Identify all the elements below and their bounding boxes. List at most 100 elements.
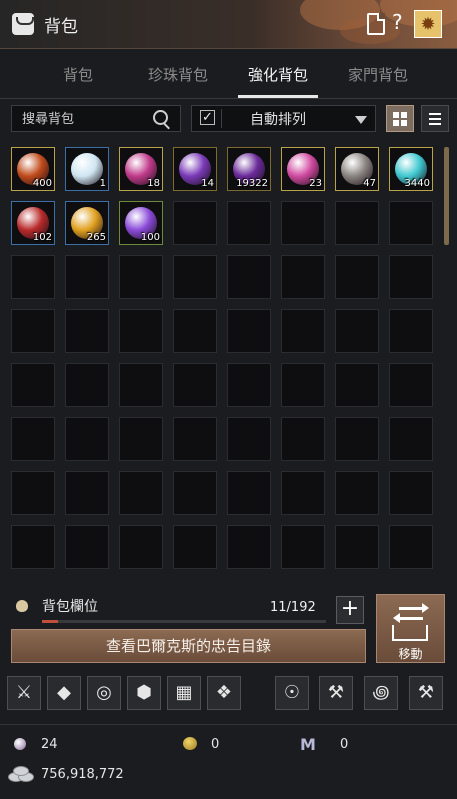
- empty-slot[interactable]: [227, 363, 271, 407]
- hexagon-icon[interactable]: ⬢: [127, 676, 161, 710]
- empty-slot[interactable]: [173, 255, 217, 299]
- empty-slot[interactable]: [11, 363, 55, 407]
- crystals-icon[interactable]: ❖: [207, 676, 241, 710]
- sword-icon[interactable]: ⚔: [7, 676, 41, 710]
- empty-slot[interactable]: [389, 417, 433, 461]
- empty-slot[interactable]: [281, 471, 325, 515]
- auto-sort-checkbox[interactable]: ✓: [200, 110, 215, 125]
- item-slot[interactable]: 100: [119, 201, 163, 245]
- empty-slot[interactable]: [389, 471, 433, 515]
- ring-cycle-icon[interactable]: ◎: [87, 676, 121, 710]
- item-slot[interactable]: 23: [281, 147, 325, 191]
- search-icon[interactable]: [153, 110, 168, 125]
- empty-slot[interactable]: [119, 363, 163, 407]
- empty-slot[interactable]: [335, 525, 379, 569]
- empty-slot[interactable]: [281, 201, 325, 245]
- empty-slot[interactable]: [335, 471, 379, 515]
- settings-gear-icon[interactable]: ✹: [414, 10, 442, 38]
- document-icon[interactable]: [367, 13, 385, 35]
- empty-slot[interactable]: [173, 417, 217, 461]
- empty-slot[interactable]: [335, 417, 379, 461]
- empty-slot[interactable]: [65, 255, 109, 299]
- empty-slot[interactable]: [65, 471, 109, 515]
- diamond-icon[interactable]: ◆: [47, 676, 81, 710]
- empty-slot[interactable]: [227, 471, 271, 515]
- empty-slot[interactable]: [335, 363, 379, 407]
- empty-slot[interactable]: [281, 255, 325, 299]
- empty-slot[interactable]: [335, 201, 379, 245]
- empty-slot[interactable]: [389, 363, 433, 407]
- tab-inventory[interactable]: 背包: [33, 64, 123, 85]
- empty-slot[interactable]: [389, 525, 433, 569]
- empty-slot[interactable]: [227, 201, 271, 245]
- item-slot[interactable]: 19322: [227, 147, 271, 191]
- empty-slot[interactable]: [227, 417, 271, 461]
- item-count: 1: [99, 178, 106, 189]
- item-slot[interactable]: 1: [65, 147, 109, 191]
- divider: [0, 724, 457, 725]
- mallet-icon[interactable]: ⚒: [409, 676, 443, 710]
- item-slot[interactable]: 400: [11, 147, 55, 191]
- empty-slot[interactable]: [119, 525, 163, 569]
- scrollbar-thumb[interactable]: [444, 147, 449, 245]
- swirl-icon[interactable]: ꩜: [364, 676, 398, 710]
- item-slot[interactable]: 265: [65, 201, 109, 245]
- item-count: 3440: [404, 178, 430, 189]
- item-count: 400: [32, 178, 52, 189]
- item-slot[interactable]: 18: [119, 147, 163, 191]
- grid-icon[interactable]: ▦: [167, 676, 201, 710]
- empty-slot[interactable]: [65, 417, 109, 461]
- empty-slot[interactable]: [65, 525, 109, 569]
- empty-slot[interactable]: [227, 255, 271, 299]
- chevron-down-icon: [355, 116, 367, 124]
- empty-slot[interactable]: [173, 363, 217, 407]
- grid-view-button[interactable]: [386, 105, 414, 132]
- empty-slot[interactable]: [281, 525, 325, 569]
- empty-slot[interactable]: [335, 255, 379, 299]
- item-slot[interactable]: 14: [173, 147, 217, 191]
- empty-slot[interactable]: [173, 471, 217, 515]
- empty-slot[interactable]: [11, 417, 55, 461]
- empty-slot[interactable]: [119, 417, 163, 461]
- empty-slot[interactable]: [119, 255, 163, 299]
- empty-slot[interactable]: [389, 309, 433, 353]
- empty-slot[interactable]: [11, 471, 55, 515]
- capacity-label: 背包欄位: [42, 599, 98, 615]
- empty-slot[interactable]: [11, 309, 55, 353]
- tab-family-inventory[interactable]: 家門背包: [333, 64, 423, 85]
- help-icon[interactable]: ?: [392, 10, 403, 34]
- empty-slot[interactable]: [281, 417, 325, 461]
- advice-catalog-button[interactable]: 查看巴爾克斯的忠告目錄: [11, 629, 366, 663]
- money-bag-icon: [16, 600, 28, 612]
- empty-slot[interactable]: [335, 309, 379, 353]
- empty-slot[interactable]: [227, 309, 271, 353]
- hammer-icon[interactable]: ⚒: [319, 676, 353, 710]
- item-slot[interactable]: 47: [335, 147, 379, 191]
- item-slot[interactable]: 3440: [389, 147, 433, 191]
- empty-slot[interactable]: [389, 255, 433, 299]
- empty-slot[interactable]: [173, 525, 217, 569]
- empty-slot[interactable]: [65, 363, 109, 407]
- empty-slot[interactable]: [11, 255, 55, 299]
- title-bar[interactable]: 背包 ? ✹: [0, 0, 457, 49]
- empty-slot[interactable]: [173, 309, 217, 353]
- empty-slot[interactable]: [119, 309, 163, 353]
- tab-enhancement-inventory[interactable]: 強化背包: [233, 64, 323, 85]
- search-input[interactable]: [20, 109, 154, 130]
- empty-slot[interactable]: [65, 309, 109, 353]
- empty-slot[interactable]: [281, 363, 325, 407]
- empty-slot[interactable]: [11, 525, 55, 569]
- item-slot[interactable]: 102: [11, 201, 55, 245]
- expand-slots-button[interactable]: +: [336, 596, 364, 624]
- lantern-icon[interactable]: ☉: [275, 676, 309, 710]
- empty-slot[interactable]: [281, 309, 325, 353]
- empty-slot[interactable]: [389, 201, 433, 245]
- sort-dropdown[interactable]: ✓ 自動排列: [191, 105, 376, 132]
- empty-slot[interactable]: [227, 525, 271, 569]
- empty-slot[interactable]: [119, 471, 163, 515]
- pearl-amount: 24: [41, 737, 58, 752]
- list-view-button[interactable]: [421, 105, 449, 132]
- tab-pearl-inventory[interactable]: 珍珠背包: [133, 64, 223, 85]
- empty-slot[interactable]: [173, 201, 217, 245]
- move-button[interactable]: 移動: [376, 594, 445, 663]
